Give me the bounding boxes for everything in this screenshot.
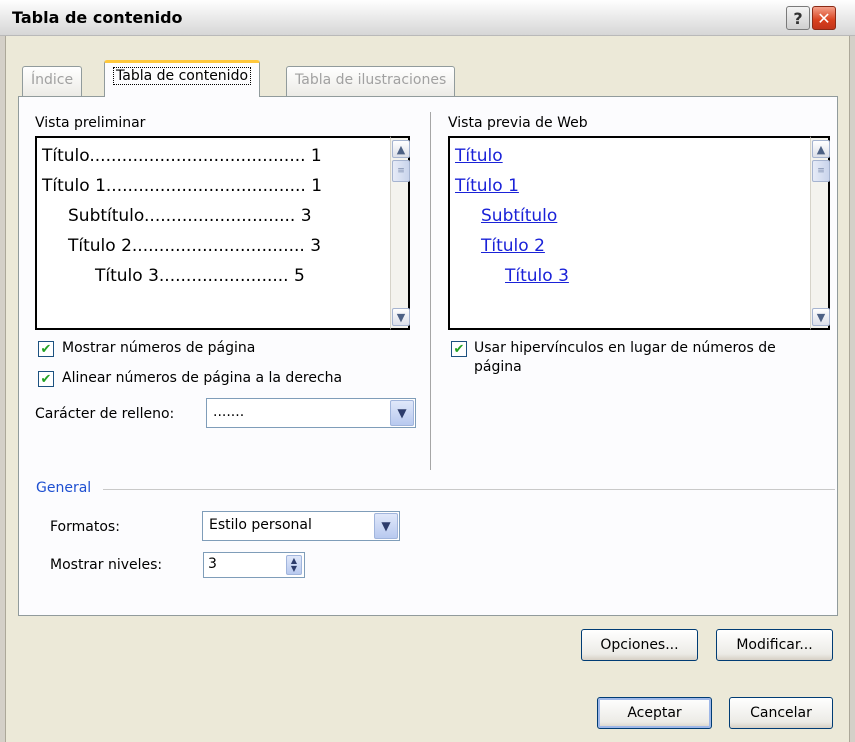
print-preview-box[interactable]: Título..................................… [35,136,390,330]
scroll-up-icon[interactable]: ▲ [812,140,830,158]
show-page-numbers-label: Mostrar números de página [62,340,256,356]
right-align-checkbox[interactable]: ✔ [38,371,54,387]
use-hyperlinks-label: Usar hipervínculos en lugar de números d… [474,340,776,356]
tab-leader-value: ....... [213,404,245,420]
web-preview-box[interactable]: Título Título 1 Subtítulo Título 2 Títul… [448,136,810,330]
cancel-button[interactable]: Cancelar [729,697,833,729]
modify-button[interactable]: Modificar... [716,629,833,661]
web-preview-label: Vista previa de Web [448,115,588,131]
scroll-thumb[interactable]: ≡ [812,160,830,182]
web-link[interactable]: Título 1 [455,176,519,196]
spin-down-icon[interactable]: ▼ [291,565,297,573]
show-page-numbers-checkbox[interactable]: ✔ [38,341,54,357]
scroll-down-icon[interactable]: ▼ [812,308,830,326]
tab-leader-select[interactable]: ....... ▼ [206,398,416,428]
tab-tabla-de-ilustraciones[interactable]: Tabla de ilustraciones [286,66,456,96]
toc-line: Título..................................… [42,146,322,166]
right-align-label: Alinear números de página a la derecha [62,370,343,386]
vertical-divider [430,112,431,470]
levels-stepper[interactable]: 3 ▲ ▼ [203,552,305,578]
general-divider [103,489,835,490]
ok-button[interactable]: Aceptar [597,697,712,729]
general-heading: General [36,480,92,496]
tab-indice[interactable]: Índice [22,66,83,96]
spinner-icon[interactable]: ▲ ▼ [286,555,302,575]
web-link[interactable]: Subtítulo [481,206,557,226]
formats-label: Formatos: [50,519,120,535]
toc-line: Subtítulo............................ 3 [68,206,312,226]
window-title: Tabla de contenido [12,8,183,27]
print-preview-scrollbar[interactable]: ▲ ≡ ▼ [390,136,410,330]
help-button[interactable]: ? [786,6,810,30]
levels-label: Mostrar niveles: [50,557,163,573]
toc-line: Título 2................................… [68,236,322,256]
scroll-down-icon[interactable]: ▼ [392,308,410,326]
use-hyperlinks-checkbox[interactable]: ✔ [451,341,467,357]
window-frame-right [849,36,855,742]
web-link[interactable]: Título [455,146,503,166]
tab-tabla-de-contenido[interactable]: Tabla de contenido [104,60,261,97]
web-link[interactable]: Título 3 [505,266,569,286]
chevron-down-icon[interactable]: ▼ [374,513,398,539]
tab-label: Tabla de contenido [113,67,252,85]
formats-select[interactable]: Estilo personal ▼ [202,511,400,541]
options-button[interactable]: Opciones... [581,629,698,661]
scroll-thumb[interactable]: ≡ [392,160,410,182]
print-preview-label: Vista preliminar [35,115,146,131]
use-hyperlinks-label-cont: página [474,359,522,375]
scroll-up-icon[interactable]: ▲ [392,140,410,158]
window-frame-left [0,36,6,742]
toc-line: Título 1................................… [42,176,323,196]
web-preview-scrollbar[interactable]: ▲ ≡ ▼ [810,136,830,330]
tab-leader-label: Carácter de relleno: [35,406,175,422]
levels-value: 3 [208,556,217,572]
formats-value: Estilo personal [209,517,312,533]
web-link[interactable]: Título 2 [481,236,545,256]
title-bar: Tabla de contenido ? ✕ [0,0,855,36]
toc-line: Título 3........................ 5 [95,266,305,286]
chevron-down-icon[interactable]: ▼ [390,400,414,426]
close-button[interactable]: ✕ [812,6,836,30]
